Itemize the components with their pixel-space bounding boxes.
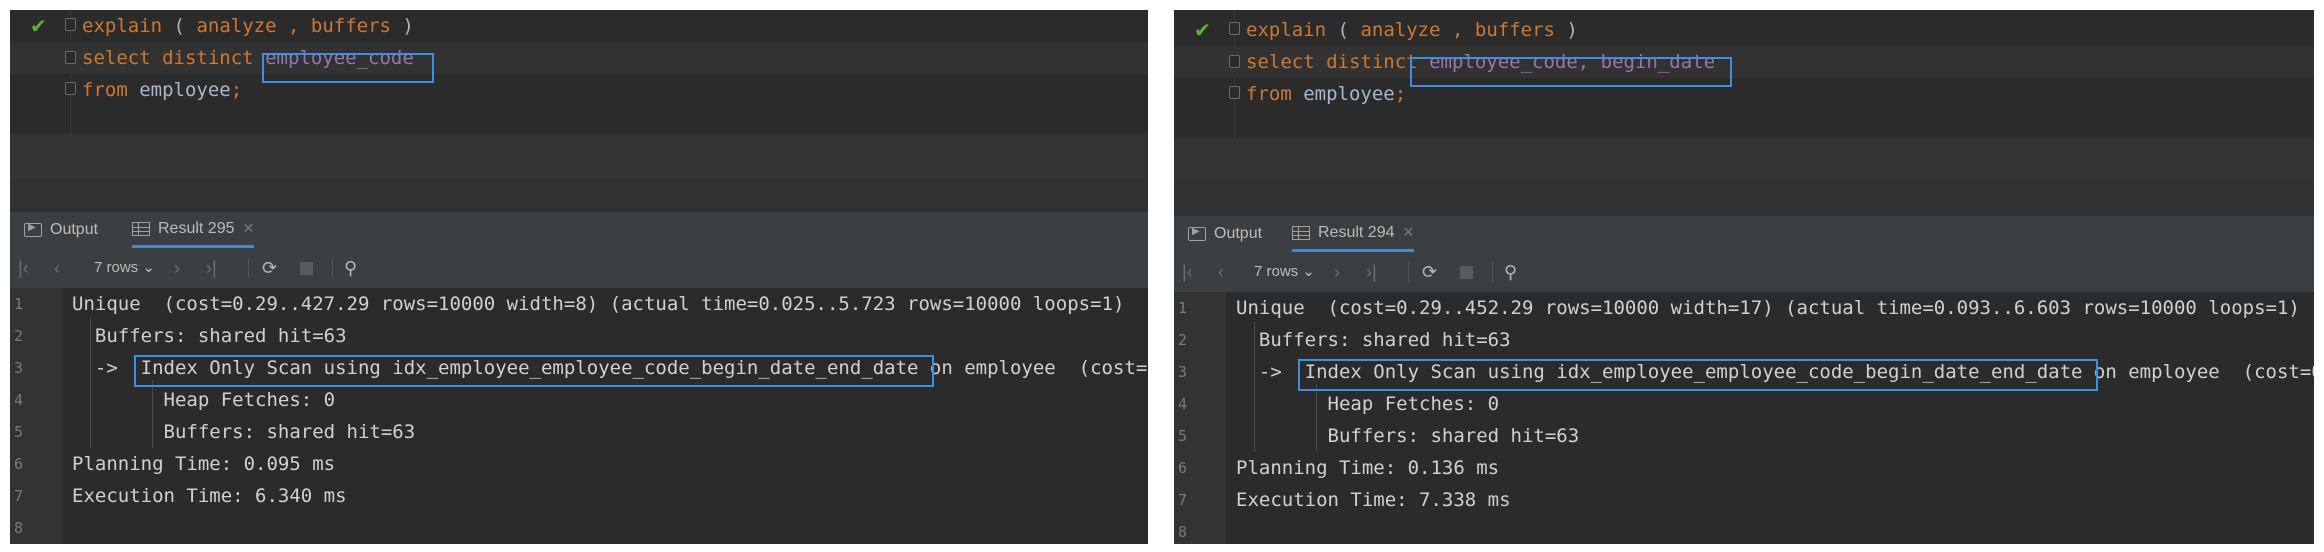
fold-marker-icon[interactable] (65, 18, 76, 31)
tab-output[interactable]: Output (24, 212, 98, 248)
explain-output[interactable]: 1 Unique (cost=0.29..427.29 rows=10000 wi… (10, 288, 1148, 544)
index-scan-highlight-box (1298, 359, 2098, 391)
fold-marker-icon[interactable] (1229, 55, 1240, 68)
close-icon[interactable]: ✕ (1403, 224, 1415, 241)
code-line-2[interactable]: select distinct employee_code (10, 42, 1148, 74)
previous-page-icon[interactable]: ‹ (1218, 260, 1224, 284)
last-page-icon[interactable]: ›| (1366, 260, 1377, 284)
next-page-icon[interactable]: › (174, 256, 180, 280)
code-line-2[interactable]: select distinct employee_code, begin_dat… (1174, 46, 2314, 78)
checkmark-icon: ✔ (1194, 18, 1211, 42)
right-panel: ✔ explain ( analyze , buffers ) select d… (1174, 10, 2314, 544)
close-icon[interactable]: ✕ (243, 220, 255, 237)
index-scan-highlight-box (134, 355, 934, 387)
table-grid-icon (132, 221, 150, 236)
stop-icon[interactable] (1460, 266, 1473, 279)
code-line-1[interactable]: ✔ explain ( analyze , buffers ) (10, 10, 1148, 42)
pin-icon[interactable]: ⚲ (1504, 260, 1517, 284)
fold-marker-icon[interactable] (1229, 86, 1240, 99)
refresh-icon[interactable]: ⟳ (1422, 260, 1437, 284)
fold-marker-icon[interactable] (65, 51, 76, 64)
stop-icon[interactable] (300, 262, 313, 275)
previous-page-icon[interactable]: ‹ (54, 256, 60, 280)
first-page-icon[interactable]: |‹ (1182, 260, 1193, 284)
last-page-icon[interactable]: ›| (206, 256, 217, 280)
checkmark-icon: ✔ (30, 14, 47, 38)
console-icon (24, 222, 42, 237)
left-panel: ✔ explain ( analyze , buffers ) select d… (10, 10, 1148, 544)
fold-marker-icon[interactable] (1229, 22, 1240, 35)
result-tabs: Output Result 295 ✕ (10, 212, 1148, 249)
explain-output[interactable]: 1 Unique (cost=0.29..452.29 rows=10000 wi… (1174, 292, 2314, 544)
table-grid-icon (1292, 225, 1310, 240)
next-page-icon[interactable]: › (1334, 260, 1340, 284)
code-line-3[interactable]: from employee; (1174, 78, 2314, 110)
code-line-3[interactable]: from employee; (10, 74, 1148, 106)
tab-output[interactable]: Output (1188, 216, 1262, 252)
fold-marker-icon[interactable] (65, 82, 76, 95)
pin-icon[interactable]: ⚲ (344, 256, 357, 280)
tab-result[interactable]: Result 295 ✕ (132, 212, 255, 248)
result-toolbar: |‹ ‹ 7 rows ⌄ › ›| ⟳ ⚲ (1174, 252, 2314, 293)
console-icon (1188, 226, 1206, 241)
tab-result[interactable]: Result 294 ✕ (1292, 216, 1415, 252)
result-tabs: Output Result 294 ✕ (1174, 216, 2314, 253)
sql-editor[interactable]: ✔ explain ( analyze , buffers ) select d… (1174, 14, 2314, 138)
rows-count-dropdown[interactable]: 7 rows ⌄ (1254, 260, 1315, 284)
refresh-icon[interactable]: ⟳ (262, 256, 277, 280)
first-page-icon[interactable]: |‹ (18, 256, 29, 280)
result-toolbar: |‹ ‹ 7 rows ⌄ › ›| ⟳ ⚲ (10, 248, 1148, 289)
rows-count-dropdown[interactable]: 7 rows ⌄ (94, 256, 155, 280)
sql-editor[interactable]: ✔ explain ( analyze , buffers ) select d… (10, 10, 1148, 134)
code-line-1[interactable]: ✔ explain ( analyze , buffers ) (1174, 14, 2314, 46)
